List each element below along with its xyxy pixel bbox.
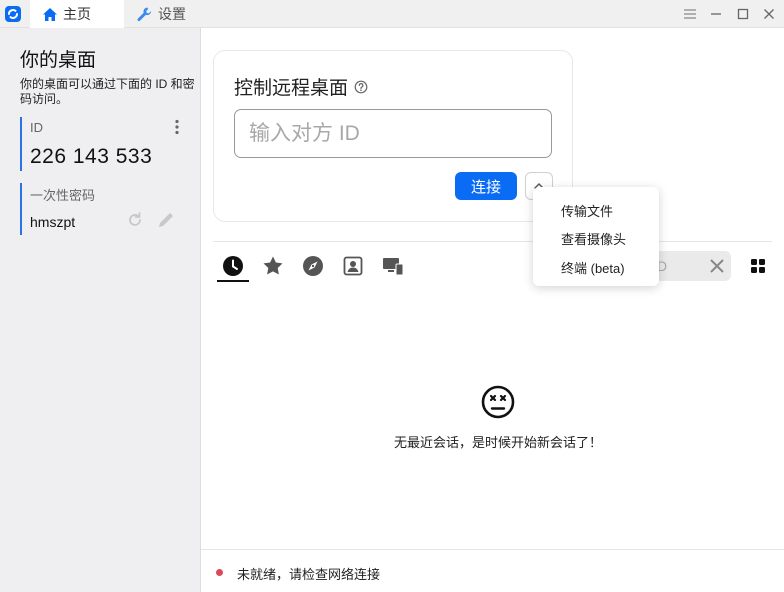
- menu-item-terminal[interactable]: 终端 (beta): [561, 258, 625, 277]
- clear-search-icon[interactable]: [709, 258, 725, 274]
- id-block: ID 226 143 533: [20, 117, 190, 171]
- more-vertical-icon[interactable]: [170, 119, 184, 135]
- connect-button[interactable]: 连接: [455, 172, 517, 200]
- tab-recent-sessions[interactable]: [221, 254, 245, 278]
- active-tab-indicator: [217, 280, 249, 282]
- id-value[interactable]: 226 143 533: [30, 145, 152, 169]
- help-icon[interactable]: [354, 80, 368, 94]
- wrench-icon: [137, 6, 152, 21]
- recent-sessions-icon: [223, 256, 243, 276]
- password-value[interactable]: hmszpt: [30, 214, 75, 230]
- refresh-icon[interactable]: [126, 211, 144, 229]
- password-label: 一次性密码: [30, 188, 96, 203]
- maximize-button[interactable]: [735, 6, 751, 22]
- tab-home[interactable]: 主页: [30, 0, 124, 28]
- tab-discovered[interactable]: [301, 254, 325, 278]
- menu-item-view-camera[interactable]: 查看摄像头: [561, 229, 626, 248]
- tab-settings-label: 设置: [158, 6, 186, 22]
- remote-control-title: 控制远程桌面: [234, 73, 368, 100]
- tab-home-label: 主页: [63, 6, 91, 22]
- remote-control-title-text: 控制远程桌面: [234, 78, 349, 99]
- remote-id-input[interactable]: [234, 109, 552, 158]
- sidebar: 你的桌面 你的桌面可以通过下面的 ID 和密码访问。 ID 226 143 53…: [0, 28, 201, 592]
- close-icon: [764, 9, 774, 19]
- menu-icon: [684, 9, 696, 19]
- id-label: ID: [30, 120, 43, 135]
- tab-favorites[interactable]: [261, 254, 285, 278]
- tab-group[interactable]: [381, 254, 405, 278]
- menu-button[interactable]: [682, 6, 698, 22]
- empty-state-face-icon: [481, 385, 515, 419]
- password-block: 一次性密码 hmszpt: [20, 183, 190, 235]
- edit-pencil-icon[interactable]: [156, 210, 176, 230]
- status-bar: 未就绪，请检查网络连接: [201, 549, 784, 592]
- discovered-icon: [303, 256, 323, 276]
- status-text[interactable]: 未就绪，请检查网络连接: [237, 564, 380, 583]
- menu-item-transfer-file[interactable]: 传输文件: [561, 201, 613, 220]
- group-devices-icon: [383, 258, 404, 276]
- section-divider: [213, 241, 772, 242]
- remote-control-card: 控制远程桌面 连接: [213, 50, 573, 222]
- maximize-icon: [737, 8, 749, 20]
- tab-address-book[interactable]: [341, 254, 365, 278]
- favorites-icon: [263, 256, 283, 275]
- address-book-icon: [343, 256, 363, 276]
- minimize-button[interactable]: [708, 6, 724, 22]
- title-bar: 主页 设置: [0, 0, 784, 28]
- close-button[interactable]: [761, 6, 777, 22]
- minimize-icon: [711, 13, 721, 15]
- rustdesk-logo-icon: [5, 6, 21, 22]
- connection-options-menu: 传输文件 查看摄像头 终端 (beta): [533, 187, 659, 286]
- status-dot: [216, 569, 223, 576]
- empty-state-message: 无最近会话，是时候开始新会话了！: [393, 435, 602, 450]
- tab-settings[interactable]: 设置: [134, 0, 204, 28]
- sidebar-title: 你的桌面: [20, 50, 97, 71]
- home-icon: [43, 7, 57, 21]
- sidebar-description: 你的桌面可以通过下面的 ID 和密码访问。: [20, 77, 195, 106]
- grid-view-icon[interactable]: [751, 259, 765, 273]
